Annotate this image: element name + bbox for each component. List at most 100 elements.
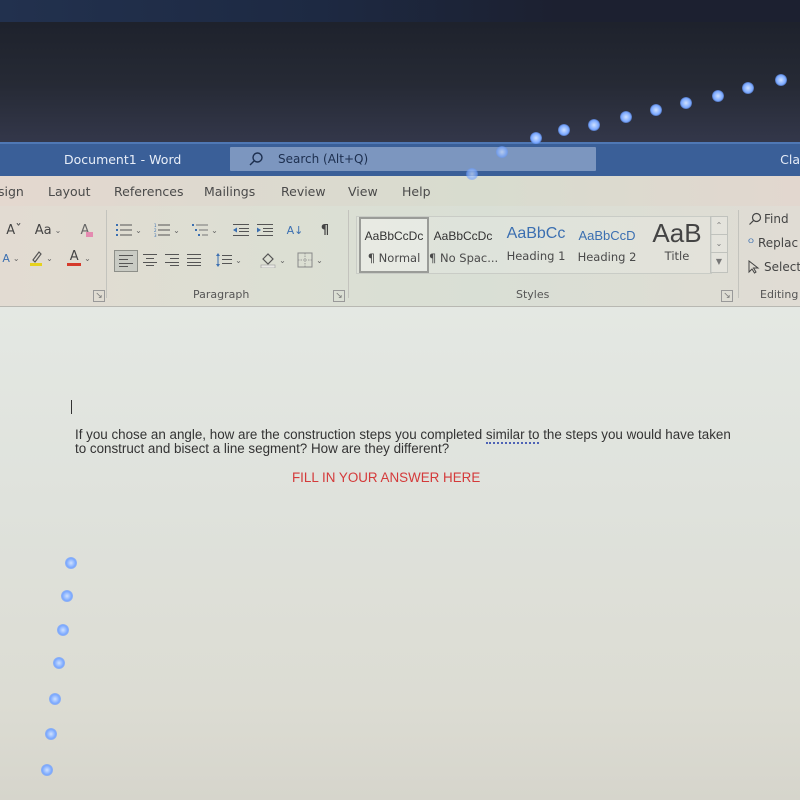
bezel-edge (0, 0, 800, 22)
tab-design[interactable]: sign (0, 184, 24, 199)
paint-bucket-icon (260, 253, 276, 268)
change-case-button[interactable]: Aa ⌄ (32, 220, 64, 240)
font-dialog-launcher[interactable]: ↘ (93, 290, 105, 302)
select-cursor-icon (748, 260, 760, 274)
tab-help[interactable]: Help (402, 184, 431, 199)
light-reflection (41, 764, 53, 776)
chevron-down-icon: ⌄ (46, 253, 53, 263)
light-reflection (588, 119, 600, 131)
increase-indent-button[interactable] (254, 220, 276, 240)
light-reflection (742, 82, 754, 94)
find-label: Find (764, 212, 789, 226)
document-canvas[interactable]: If you chose an angle, how are the const… (0, 307, 800, 800)
style-heading-2[interactable]: AaBbCcD Heading 2 (573, 219, 641, 271)
align-center-button[interactable] (140, 250, 160, 270)
style-heading-1[interactable]: AaBbCc Heading 1 (501, 219, 571, 271)
numbered-list-icon: 1 2 3 (154, 223, 171, 237)
tab-references[interactable]: References (114, 184, 183, 199)
ribbon: Aˇ Aa ⌄ A A ⌄ ⌄ A ⌄ ↘ ⌄ 1 2 3 ⌄ ⌄ A↓ ¶ ⌄… (0, 206, 800, 307)
justify-icon (187, 254, 201, 266)
multilevel-list-icon (192, 224, 209, 236)
chevron-down-icon: ⌄ (211, 225, 218, 235)
line-spacing-button[interactable]: ⌄ (212, 250, 246, 270)
tab-layout[interactable]: Layout (48, 184, 91, 199)
group-separator (348, 210, 349, 298)
align-left-icon (119, 255, 133, 267)
pilcrow-icon: ¶ (320, 222, 330, 238)
sort-icon: A↓ (286, 223, 304, 237)
shading-button[interactable]: ⌄ (256, 250, 290, 270)
replace-label: Replac (757, 236, 799, 250)
borders-button[interactable]: ⌄ (292, 250, 328, 270)
title-bar: Document1 - Word Search (Alt+Q) Cla (0, 142, 800, 176)
styles-dialog-launcher[interactable]: ↘ (721, 290, 733, 302)
group-separator (738, 210, 739, 298)
text-effects-button[interactable]: A ⌄ (0, 248, 22, 268)
paragraph-dialog-launcher[interactable]: ↘ (333, 290, 345, 302)
light-reflection (53, 657, 65, 669)
text-effects-icon: A (2, 251, 10, 265)
find-button[interactable]: Find (748, 212, 789, 226)
chevron-down-icon: ⌄ (279, 255, 286, 265)
light-reflection (680, 97, 692, 109)
show-formatting-marks-button[interactable]: ¶ (314, 220, 336, 240)
search-placeholder: Search (Alt+Q) (278, 152, 369, 166)
numbering-button[interactable]: 1 2 3 ⌄ (150, 220, 184, 240)
styles-group-label: Styles (516, 288, 550, 301)
style-title[interactable]: AaB Title (645, 219, 709, 271)
line-spacing-icon (216, 253, 233, 267)
font-color-button[interactable]: A ⌄ (62, 248, 96, 268)
tab-view[interactable]: View (348, 184, 378, 199)
chevron-down-icon: ⌄ (135, 225, 142, 235)
decrease-indent-button[interactable] (230, 220, 252, 240)
chevron-down-icon: ⌄ (173, 225, 180, 235)
sort-button[interactable]: A↓ (284, 220, 306, 240)
light-reflection (530, 132, 542, 144)
light-reflection (712, 90, 724, 102)
text-cursor (71, 400, 72, 414)
multilevel-list-button[interactable]: ⌄ (188, 220, 222, 240)
grammar-flagged-text[interactable]: similar to (485, 427, 540, 444)
font-color-swatch (67, 262, 82, 266)
select-button[interactable]: Select (748, 260, 800, 274)
style-name: Heading 2 (577, 250, 637, 264)
styles-more-button[interactable]: ▼ (710, 252, 728, 273)
style-preview: AaBbCcD (578, 228, 636, 243)
highlight-color-button[interactable]: ⌄ (26, 248, 56, 268)
grow-font-icon: Aˇ (6, 222, 22, 238)
tab-review[interactable]: Review (281, 184, 326, 199)
style-name: Heading 1 (506, 249, 566, 263)
clear-formatting-button[interactable]: A (76, 220, 98, 240)
align-left-button[interactable] (114, 250, 138, 272)
style-normal[interactable]: AaBbCcDc ¶ Normal (359, 217, 429, 273)
justify-button[interactable] (184, 250, 204, 270)
light-reflection (558, 124, 570, 136)
align-right-icon (165, 254, 179, 266)
svg-text:3: 3 (154, 233, 157, 237)
answer-placeholder[interactable]: FILL IN YOUR ANSWER HERE (292, 470, 480, 485)
find-icon (749, 212, 762, 225)
select-label: Select (764, 260, 800, 274)
light-reflection (49, 693, 61, 705)
styles-scroll-down[interactable]: ⌄ (710, 234, 728, 253)
question-paragraph[interactable]: If you chose an angle, how are the const… (75, 427, 735, 456)
style-no-spacing[interactable]: AaBbCcDc ¶ No Spac... (429, 219, 498, 271)
styles-scroll-up[interactable]: ⌃ (710, 216, 728, 235)
replace-button[interactable]: ᴼ Replac (748, 236, 798, 250)
grow-font-button[interactable]: Aˇ (4, 220, 24, 240)
paragraph-group-label: Paragraph (193, 288, 250, 301)
font-color-glyph: A (69, 248, 79, 264)
align-right-button[interactable] (162, 250, 182, 270)
increase-indent-icon (257, 224, 273, 236)
style-name: ¶ Normal (367, 251, 421, 265)
tab-mailings[interactable]: Mailings (204, 184, 255, 199)
editing-group-label: Editing (760, 288, 799, 301)
bullets-button[interactable]: ⌄ (112, 220, 146, 240)
user-name[interactable]: Cla (780, 152, 800, 167)
font-color-icon: A (67, 248, 82, 266)
replace-icon: ᴼ (748, 236, 754, 250)
change-case-icon: Aa (34, 222, 52, 238)
search-box[interactable]: Search (Alt+Q) (230, 147, 596, 171)
group-separator (106, 210, 107, 298)
light-reflection (650, 104, 662, 116)
